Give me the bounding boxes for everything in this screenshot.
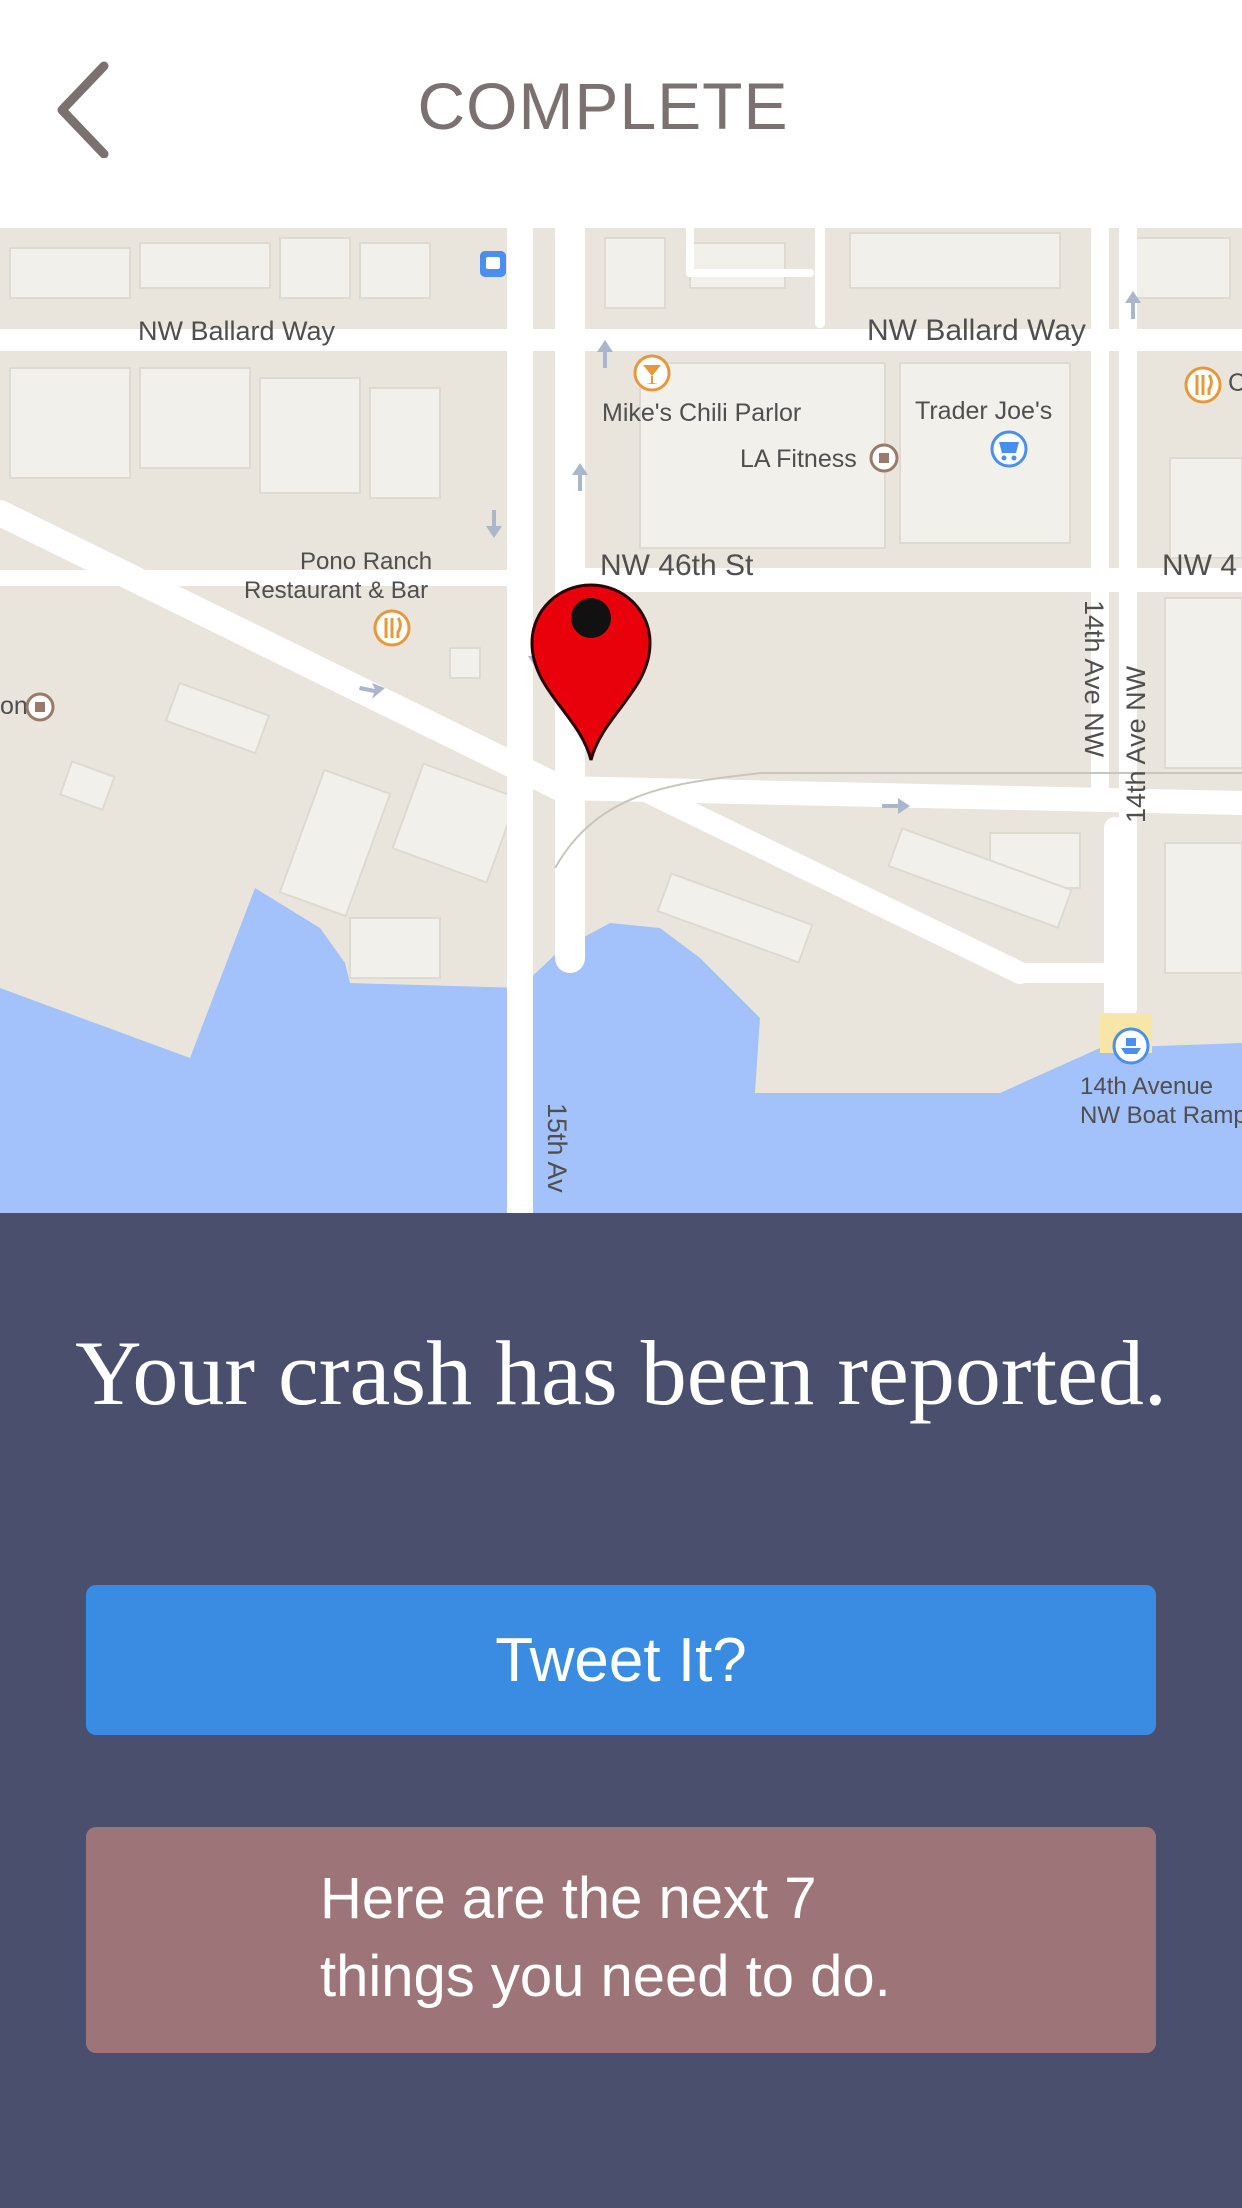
place-label: NW Boat Ramp — [1080, 1102, 1242, 1129]
place-label: Restaurant & Bar — [244, 577, 428, 604]
street-label: NW Ballard Way — [867, 314, 1086, 347]
cocktail-icon — [633, 354, 671, 392]
place-label: C — [1228, 369, 1242, 397]
tweet-button[interactable]: Tweet It? — [86, 1585, 1156, 1735]
street-label: NW 46th St — [600, 549, 754, 582]
next-steps-button[interactable]: Here are the next 7 things you need to d… — [86, 1827, 1156, 2053]
tweet-button-label: Tweet It? — [495, 1625, 747, 1695]
street-label: 14th Ave NW — [1079, 600, 1109, 758]
place-label: Pono Ranch — [300, 548, 432, 575]
restaurant-icon — [373, 609, 411, 647]
next-steps-line-1: Here are the next 7 — [320, 1866, 817, 1931]
place-label: on — [0, 692, 28, 720]
place-label: Trader Joe's — [915, 397, 1052, 425]
gym-icon — [869, 443, 899, 473]
status-message: Your crash has been reported. — [75, 1322, 1167, 1424]
street-label: NW Ballard Way — [138, 316, 336, 346]
map-canvas: NW Ballard Way NW Ballard Way NW 46th St… — [0, 228, 1242, 1213]
water-area — [0, 888, 1242, 1213]
place-label: LA Fitness — [740, 445, 857, 473]
place-label: Mike's Chili Parlor — [602, 399, 801, 427]
map-view[interactable]: NW Ballard Way NW Ballard Way NW 46th St… — [0, 228, 1242, 1213]
street-label: 14th Ave NW — [1121, 665, 1151, 823]
location-pin-icon[interactable] — [530, 583, 652, 761]
street-label: 15th Av — [542, 1103, 572, 1193]
page-title: COMPLETE — [417, 69, 789, 143]
restaurant-icon — [1184, 366, 1222, 404]
place-label: 14th Avenue — [1080, 1073, 1213, 1100]
street-label: NW 4 — [1162, 549, 1237, 582]
top-bar: COMPLETE — [0, 0, 1242, 228]
bus-stop-icon — [480, 251, 506, 277]
shopping-cart-icon — [990, 430, 1028, 468]
next-steps-line-2: things you need to do. — [320, 1944, 891, 2009]
place-marker-icon — [25, 692, 55, 722]
